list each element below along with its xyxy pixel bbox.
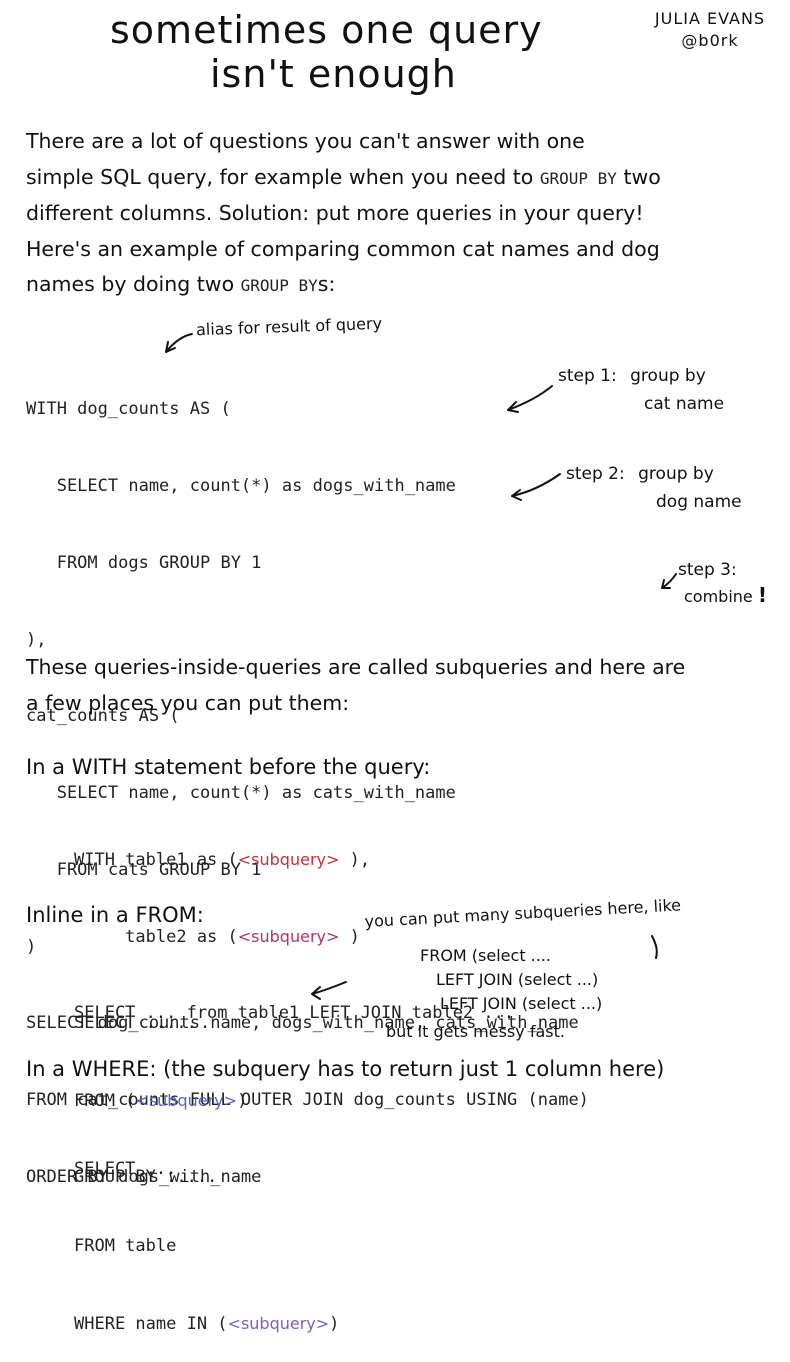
note-tick-icon xyxy=(651,935,658,959)
step-3-arrow-icon xyxy=(661,573,677,589)
alias-arrow-icon xyxy=(165,333,193,353)
code-text: ) xyxy=(329,1313,340,1334)
subquery-placeholder: <subquery> xyxy=(227,1313,330,1333)
code-text: WHERE name IN ( xyxy=(74,1313,228,1334)
step-1-arrow-icon xyxy=(507,385,553,413)
code-line: WHERE name IN (<subquery>) xyxy=(74,1311,339,1337)
annotation-arrows xyxy=(165,333,677,1000)
step-2-arrow-icon xyxy=(511,473,561,501)
code-line: FROM table xyxy=(74,1235,177,1256)
from-arrow-icon xyxy=(311,981,347,1000)
